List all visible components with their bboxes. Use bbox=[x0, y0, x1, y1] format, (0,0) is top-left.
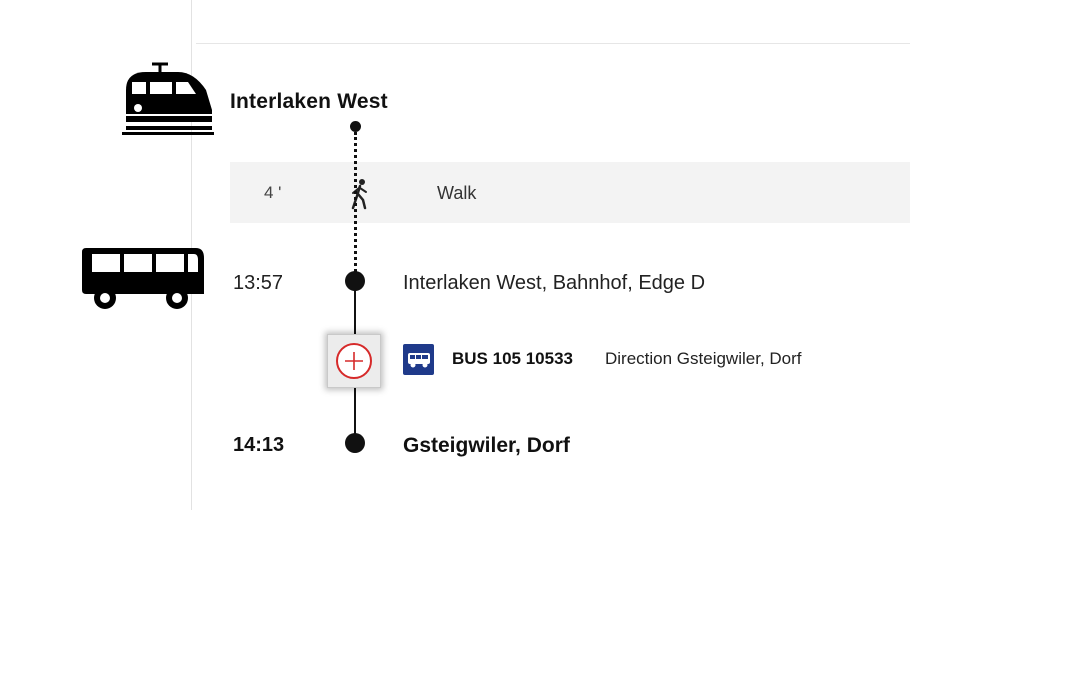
origin-station-name: Interlaken West bbox=[230, 90, 388, 113]
train-icon bbox=[122, 62, 214, 135]
top-divider bbox=[196, 43, 910, 44]
arrival-timeline-dot bbox=[345, 433, 365, 453]
arrival-stop: Gsteigwiler, Dorf bbox=[403, 434, 570, 457]
bus-icon bbox=[82, 248, 204, 309]
plus-circle-icon bbox=[336, 343, 372, 379]
walk-label: Walk bbox=[437, 183, 477, 203]
walk-duration: 4 ' bbox=[264, 183, 282, 202]
expand-stops-button[interactable] bbox=[327, 334, 381, 388]
walk-dotted-line bbox=[354, 132, 357, 272]
bus-line-label[interactable]: BUS 105 10533 bbox=[452, 349, 573, 369]
departure-stop: Interlaken West, Bahnhof, Edge D bbox=[403, 272, 706, 294]
departure-timeline-dot bbox=[345, 271, 365, 291]
bus-direction: Direction Gsteigwiler, Dorf bbox=[605, 349, 802, 368]
bus-badge-icon bbox=[403, 344, 434, 375]
departure-time: 13:57 bbox=[233, 272, 284, 294]
origin-timeline-dot bbox=[350, 121, 361, 132]
walk-segment-row bbox=[230, 162, 910, 223]
walk-icon bbox=[351, 179, 367, 210]
arrival-time: 14:13 bbox=[233, 434, 285, 456]
